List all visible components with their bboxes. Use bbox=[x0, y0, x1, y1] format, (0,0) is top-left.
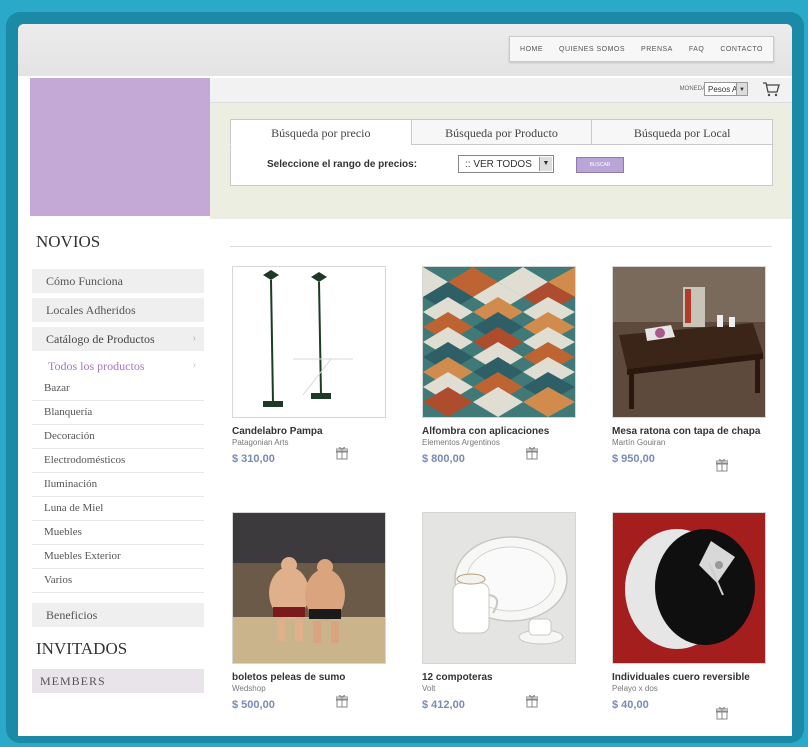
page: Home Quienes somos Prensa FAQ Contacto N… bbox=[18, 24, 792, 736]
top-bar: Home Quienes somos Prensa FAQ Contacto bbox=[18, 24, 792, 76]
sidebar: NOVIOS Cómo Funciona Locales Adheridos C… bbox=[30, 78, 210, 736]
category-muebles[interactable]: Muebles bbox=[32, 521, 204, 545]
product-seller: Elementos Argentinos bbox=[422, 438, 500, 447]
gift-icon[interactable] bbox=[716, 706, 728, 720]
product-card[interactable]: Candelabro Pampa Patagonian Arts $ 310,0… bbox=[232, 266, 392, 465]
sidebar-item-todos[interactable]: Todos los productos › bbox=[32, 355, 204, 377]
currency-select[interactable]: Pesos Arg ▼ bbox=[704, 82, 748, 96]
product-name[interactable]: Individuales cuero reversible bbox=[612, 672, 762, 683]
nav-contacto[interactable]: Contacto bbox=[720, 46, 763, 53]
product-price: $ 500,00 bbox=[232, 699, 275, 711]
gift-icon[interactable] bbox=[336, 694, 348, 708]
tab-busqueda-local[interactable]: Búsqueda por Local bbox=[591, 119, 774, 145]
top-nav: Home Quienes somos Prensa FAQ Contacto bbox=[509, 36, 774, 62]
product-name[interactable]: boletos peleas de sumo bbox=[232, 672, 382, 683]
product-price: $ 950,00 bbox=[612, 453, 655, 465]
sidebar-item-como-funciona[interactable]: Cómo Funciona bbox=[32, 269, 204, 293]
product-seller: Volt bbox=[422, 684, 436, 693]
category-electrodomesticos[interactable]: Electrodomésticos bbox=[32, 449, 204, 473]
search-panel: Búsqueda por precio Búsqueda por Product… bbox=[210, 103, 792, 219]
product-image-rug[interactable] bbox=[422, 266, 576, 418]
sidebar-item-locales[interactable]: Locales Adheridos bbox=[32, 298, 204, 322]
sidebar-item-beneficios[interactable]: Beneficios bbox=[32, 603, 204, 627]
category-iluminacion[interactable]: Iluminación bbox=[32, 473, 204, 497]
tab-busqueda-precio[interactable]: Búsqueda por precio bbox=[230, 119, 412, 145]
utility-bar: Moneda Pesos Arg ▼ bbox=[210, 78, 792, 103]
gift-icon[interactable] bbox=[716, 458, 728, 472]
gift-icon[interactable] bbox=[526, 446, 538, 460]
nav-faq[interactable]: FAQ bbox=[689, 46, 705, 53]
sidebar-item-catalogo[interactable]: Catálogo de Productos › bbox=[32, 327, 204, 351]
nav-quienes-somos[interactable]: Quienes somos bbox=[559, 46, 625, 53]
tab-panel-precio: Seleccione el rango de precios: :: VER T… bbox=[230, 145, 773, 186]
price-range-select[interactable]: :: VER TODOS ▼ bbox=[458, 155, 554, 173]
category-luna-de-miel[interactable]: Luna de Miel bbox=[32, 497, 204, 521]
gift-icon[interactable] bbox=[526, 694, 538, 708]
sidebar-item-label: Beneficios bbox=[46, 608, 98, 622]
sidebar-banner bbox=[30, 78, 210, 216]
invitados-heading: INVITADOS bbox=[36, 639, 128, 658]
currency-label: Moneda bbox=[679, 86, 706, 92]
price-range-label: Seleccione el rango de precios: bbox=[267, 159, 418, 170]
product-price: $ 40,00 bbox=[612, 699, 649, 711]
product-card[interactable]: Mesa ratona con tapa de chapa Martín Gou… bbox=[612, 266, 772, 472]
chevron-right-icon: › bbox=[192, 333, 196, 344]
product-image-placemats[interactable] bbox=[612, 512, 766, 664]
sidebar-item-label: Cómo Funciona bbox=[46, 274, 123, 288]
product-card[interactable]: 12 compoteras Volt $ 412,00 bbox=[422, 512, 582, 711]
search-tabs: Búsqueda por precio Búsqueda por Product… bbox=[230, 119, 774, 145]
chevron-right-icon: › bbox=[192, 360, 196, 371]
category-varios[interactable]: Varios bbox=[32, 569, 204, 593]
category-blanqueria[interactable]: Blanquería bbox=[32, 401, 204, 425]
product-seller: Wedshop bbox=[232, 684, 266, 693]
product-card[interactable]: Alfombra con aplicaciones Elementos Arge… bbox=[422, 266, 582, 465]
sidebar-item-label: Locales Adheridos bbox=[46, 303, 136, 317]
chevron-down-icon: ▼ bbox=[539, 157, 552, 171]
chevron-down-icon: ▼ bbox=[736, 83, 747, 95]
product-image-sumo[interactable] bbox=[232, 512, 386, 664]
nav-home[interactable]: Home bbox=[520, 46, 543, 53]
product-price: $ 412,00 bbox=[422, 699, 465, 711]
sidebar-item-label: Catálogo de Productos bbox=[46, 332, 155, 346]
novios-heading: NOVIOS bbox=[36, 232, 101, 251]
product-price: $ 310,00 bbox=[232, 453, 275, 465]
product-seller: Martín Gouiran bbox=[612, 438, 666, 447]
cart-icon[interactable] bbox=[762, 81, 780, 97]
nav-prensa[interactable]: Prensa bbox=[641, 46, 673, 53]
product-image-candelabra[interactable] bbox=[232, 266, 386, 418]
tab-busqueda-producto[interactable]: Búsqueda por Producto bbox=[410, 119, 593, 145]
product-price: $ 800,00 bbox=[422, 453, 465, 465]
search-button[interactable]: Buscar bbox=[576, 157, 624, 173]
members-link[interactable]: MEMBERS bbox=[32, 669, 204, 693]
product-image-china[interactable] bbox=[422, 512, 576, 664]
category-muebles-exterior[interactable]: Muebles Exterior bbox=[32, 545, 204, 569]
divider bbox=[230, 246, 772, 247]
category-decoracion[interactable]: Decoración bbox=[32, 425, 204, 449]
product-image-coffee-table[interactable] bbox=[612, 266, 766, 418]
product-seller: Pelayo x dos bbox=[612, 684, 658, 693]
product-name[interactable]: Alfombra con aplicaciones bbox=[422, 426, 572, 437]
gift-icon[interactable] bbox=[336, 446, 348, 460]
main-content: Moneda Pesos Arg ▼ Búsqueda por precio B… bbox=[210, 78, 792, 736]
product-name[interactable]: 12 compoteras bbox=[422, 672, 572, 683]
category-bazar[interactable]: Bazar bbox=[32, 377, 204, 401]
price-range-value: :: VER TODOS bbox=[465, 159, 532, 170]
product-name[interactable]: Candelabro Pampa bbox=[232, 426, 382, 437]
sidebar-item-label: Todos los productos bbox=[48, 359, 145, 373]
product-card[interactable]: Individuales cuero reversible Pelayo x d… bbox=[612, 512, 772, 720]
product-card[interactable]: boletos peleas de sumo Wedshop $ 500,00 bbox=[232, 512, 392, 711]
product-seller: Patagonian Arts bbox=[232, 438, 289, 447]
product-name[interactable]: Mesa ratona con tapa de chapa bbox=[612, 426, 762, 437]
